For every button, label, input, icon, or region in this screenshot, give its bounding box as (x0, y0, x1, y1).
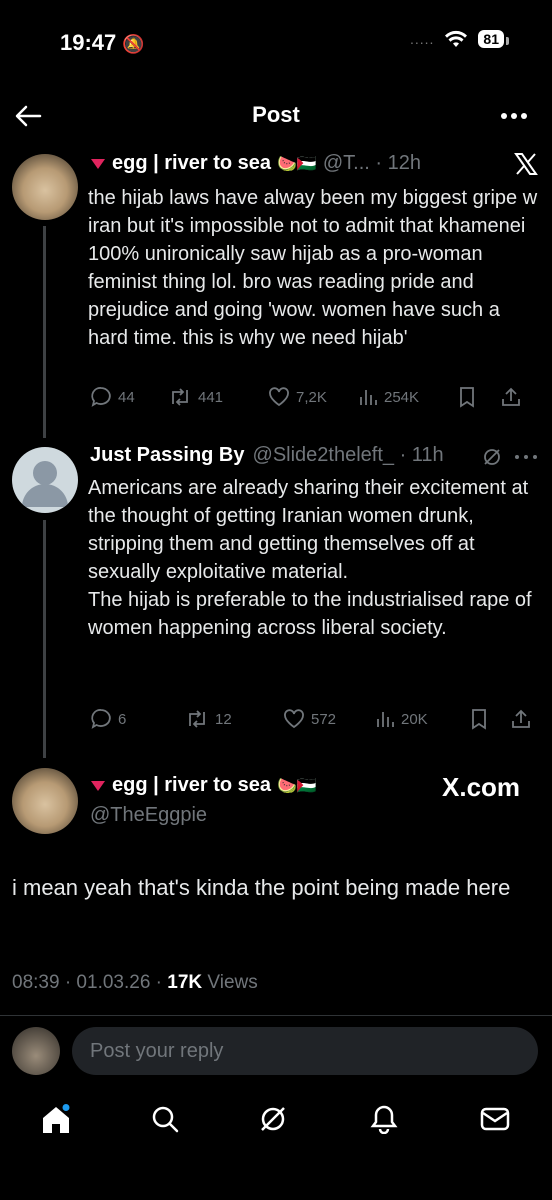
share-icon (500, 386, 522, 408)
avatar[interactable] (12, 447, 78, 513)
timestamp: 08:39 · 01.03.26 · (12, 972, 168, 993)
avatar[interactable] (12, 1027, 60, 1075)
display-name[interactable]: egg | river to sea (112, 774, 271, 797)
views-button[interactable]: 254K (358, 387, 458, 407)
thread-line (43, 520, 46, 758)
tweet-text: the hijab laws have alway been my bigges… (88, 187, 543, 349)
reply-icon (90, 708, 112, 730)
like-button[interactable]: 7,2K (268, 387, 358, 407)
repost-icon (168, 387, 192, 407)
reply-input[interactable]: Post your reply (72, 1027, 538, 1075)
views-count: 20K (401, 710, 428, 728)
wifi-icon (444, 30, 468, 48)
avatar[interactable] (12, 154, 78, 220)
repost-button[interactable]: 441 (168, 387, 268, 407)
status-indicators: ..... 81 (409, 30, 509, 48)
like-button[interactable]: 572 (283, 709, 375, 729)
default-avatar-icon (22, 461, 68, 507)
tweet-header: Just Passing By @Slide2theleft_ · 11h (90, 444, 444, 467)
repost-count: 12 (215, 710, 232, 728)
handle-time[interactable]: @T... · 12h (323, 152, 421, 175)
tweet-header: egg | river to sea 🍉🇵🇸 @T... · 12h (90, 152, 421, 175)
bookmark-icon (470, 708, 488, 730)
main-tweet-text: i mean yeah that's kinda the point being… (12, 875, 511, 900)
notifications-bell-icon[interactable] (370, 1104, 398, 1134)
display-name[interactable]: Just Passing By (90, 444, 245, 467)
repost-count: 441 (198, 388, 224, 406)
divider (0, 1015, 552, 1016)
bookmark-button[interactable] (470, 708, 510, 730)
status-time: 19:47 🔕 (60, 30, 145, 55)
main-tweet-header: egg | river to sea 🍉🇵🇸 (90, 774, 317, 797)
views-count: 17K (167, 972, 203, 993)
repost-button[interactable]: 12 (185, 709, 283, 729)
heart-icon (283, 709, 305, 729)
share-button[interactable] (500, 386, 522, 408)
grok-icon[interactable] (258, 1104, 288, 1134)
like-count: 572 (311, 710, 337, 728)
views-label: Views (202, 972, 258, 993)
reply-count: 6 (118, 710, 127, 728)
bookmark-button[interactable] (458, 386, 500, 408)
battery-icon: 81 (478, 30, 509, 48)
x-logo-icon[interactable] (514, 152, 538, 176)
tweet-actions: 6 12 572 20K (90, 708, 540, 730)
heart-icon (268, 387, 290, 407)
like-count: 7,2K (296, 388, 327, 406)
page-title: Post (252, 102, 300, 127)
share-icon (510, 708, 532, 730)
tweet-text: Americans are already sharing their exci… (88, 477, 532, 639)
views-chart-icon (375, 709, 395, 729)
reply-count: 44 (118, 388, 135, 406)
share-button[interactable] (510, 708, 532, 730)
grok-icon[interactable] (482, 447, 502, 467)
search-icon[interactable] (150, 1104, 180, 1134)
home-icon[interactable] (40, 1104, 72, 1136)
signal-icon: ..... (409, 31, 435, 47)
flag-emoji-icons: 🍉🇵🇸 (277, 777, 317, 795)
more-options-icon[interactable] (514, 454, 538, 460)
timestamp-row: 08:39 · 01.03.26 · 17K Views (12, 972, 258, 994)
flag-emoji-icons: 🍉🇵🇸 (277, 155, 317, 173)
red-triangle-icon (90, 158, 106, 170)
handle-time[interactable]: @Slide2theleft_ · 11h (253, 444, 444, 467)
red-triangle-icon (90, 780, 106, 792)
thread-line (43, 226, 46, 438)
views-count: 254K (384, 388, 420, 406)
views-button[interactable]: 20K (375, 709, 470, 729)
more-options-icon[interactable] (500, 112, 528, 120)
avatar[interactable] (12, 768, 78, 834)
views-chart-icon (358, 387, 378, 407)
messages-envelope-icon[interactable] (480, 1106, 510, 1132)
tweet-actions: 44 441 7,2K 254K (90, 386, 540, 408)
silent-bell-icon: 🔕 (122, 34, 145, 54)
display-name[interactable]: egg | river to sea (112, 152, 271, 175)
repost-icon (185, 709, 209, 729)
bookmark-icon (458, 386, 476, 408)
reply-button[interactable]: 6 (90, 708, 185, 730)
handle[interactable]: @TheEggpie (90, 804, 207, 827)
x-com-watermark: X.com (442, 772, 521, 802)
reply-button[interactable]: 44 (90, 386, 168, 408)
reply-icon (90, 386, 112, 408)
